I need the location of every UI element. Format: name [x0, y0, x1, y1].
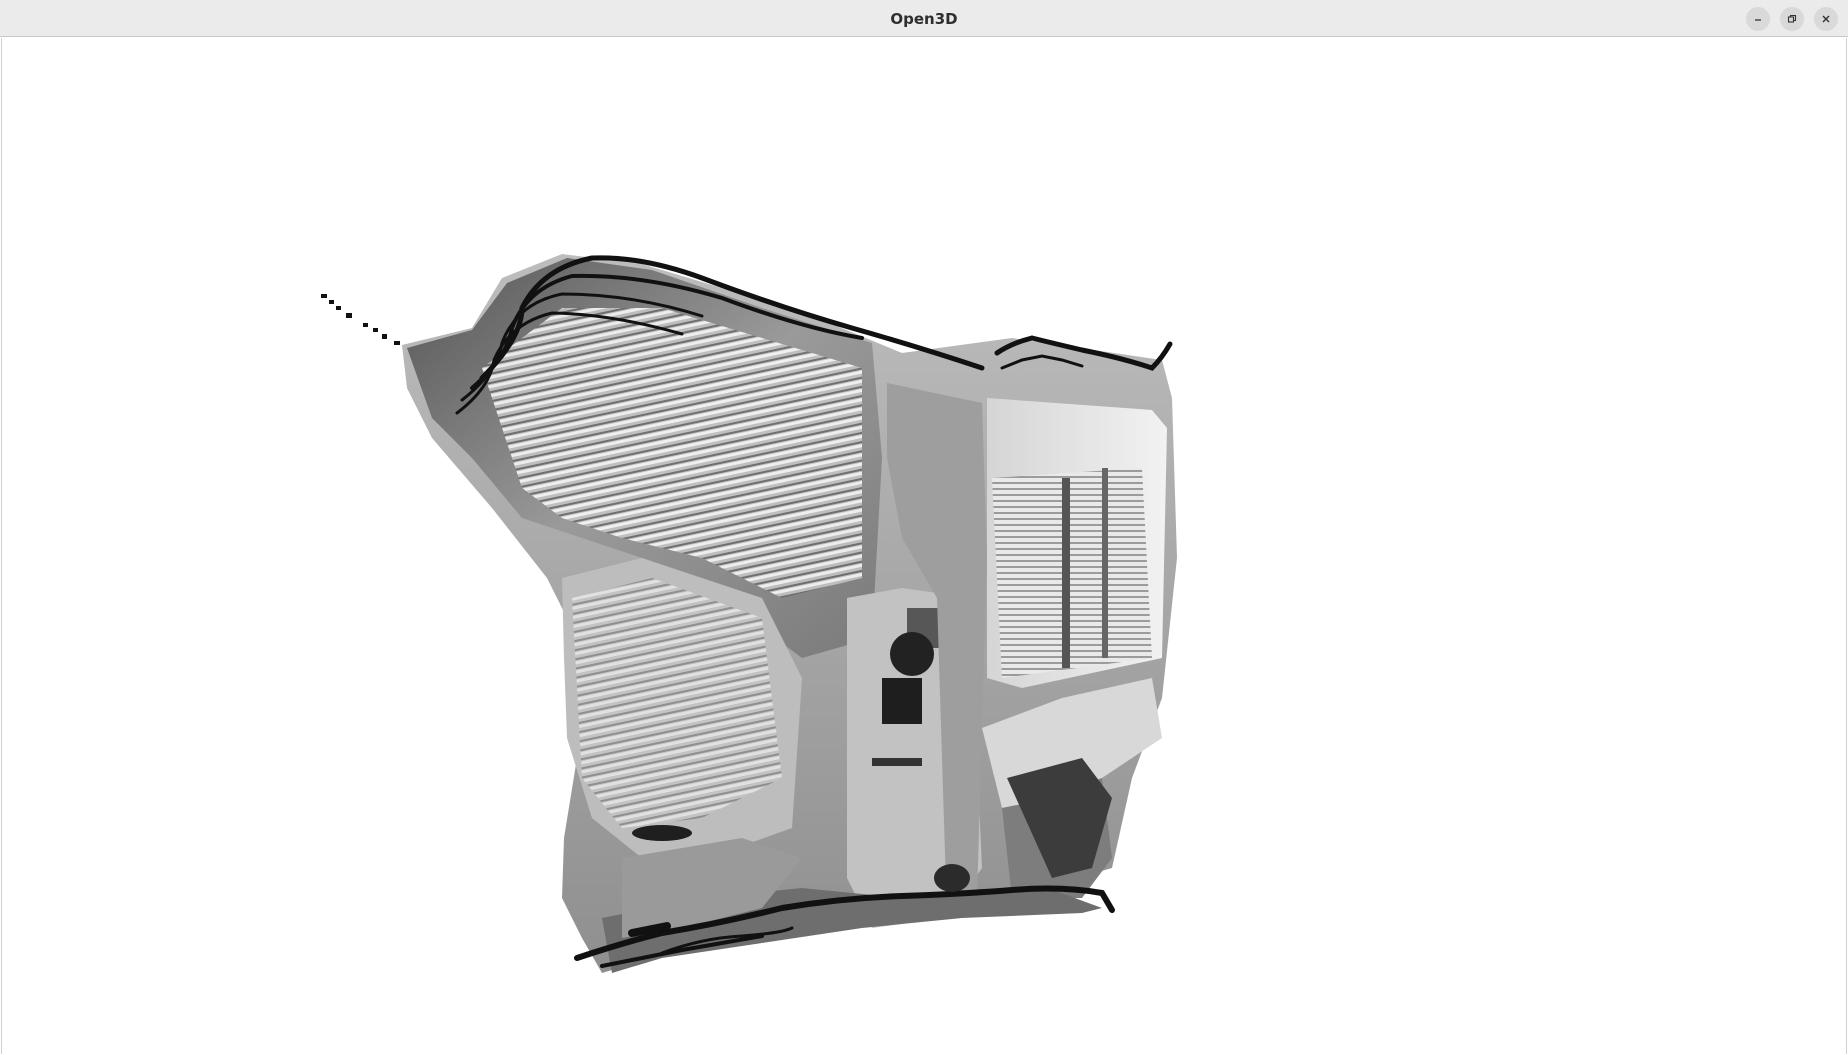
close-button[interactable]: [1814, 7, 1838, 31]
minimize-icon: [1753, 14, 1763, 24]
title-bar[interactable]: Open3D: [0, 0, 1848, 37]
close-icon: [1821, 14, 1831, 24]
window-controls: [1746, 7, 1838, 31]
minimize-button[interactable]: [1746, 7, 1770, 31]
point-cloud-scatter: [321, 294, 400, 345]
open3d-window: Open3D: [0, 0, 1848, 1055]
maximize-button[interactable]: [1780, 7, 1804, 31]
restore-icon: [1787, 14, 1797, 24]
window-title: Open3D: [890, 10, 958, 28]
point-cloud-render: [321, 254, 1177, 973]
render-viewport[interactable]: [1, 38, 1847, 1054]
